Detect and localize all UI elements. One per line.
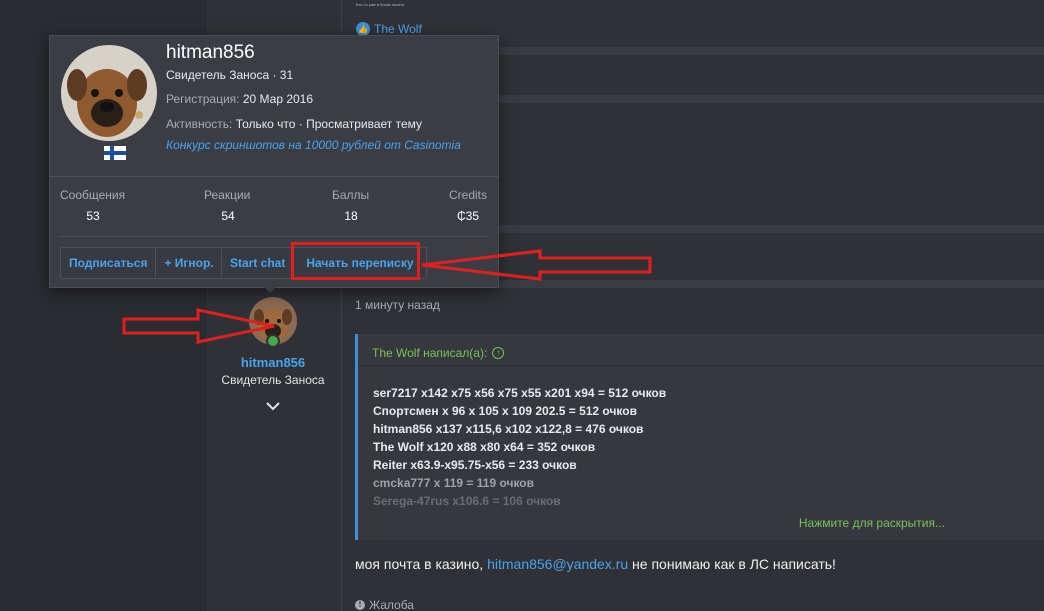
stat-label-credits[interactable]: Credits	[449, 188, 487, 202]
report-label[interactable]: Жалоба	[369, 598, 414, 611]
message-text-after: не понимаю как в ЛС написать!	[628, 556, 836, 572]
stat-value-points[interactable]: 18	[332, 209, 370, 223]
stat-value-reactions[interactable]: 54	[204, 209, 252, 223]
subscribe-button[interactable]: Подписаться	[61, 248, 156, 278]
tooltip-user-title: Свидетель Заноса · 31	[166, 68, 294, 82]
quote-line: Serega-47rus x106.6 = 106 очков	[373, 494, 561, 508]
quote-line: The Wolf x120 x88 x80 x64 = 352 очков	[373, 440, 596, 454]
quote-line: Reiter x63.9-x95.75-x56 = 233 очков	[373, 458, 577, 472]
tooltip-divider	[50, 176, 498, 177]
registration-value: 20 Мар 2016	[242, 92, 314, 106]
quote-author[interactable]: The Wolf написал(а): ↑	[372, 346, 505, 360]
registration-label: Регистрация:	[166, 92, 240, 106]
activity-value: Только что · Просматривает тему	[235, 117, 423, 131]
author-title: Свидетель Заноса	[221, 373, 325, 387]
quote-block: The Wolf написал(а): ↑ ser7217 x142 x75 …	[355, 334, 1044, 540]
stat-label-messages[interactable]: Сообщения	[60, 188, 125, 202]
finland-flag-icon	[104, 146, 126, 160]
stat-label-reactions[interactable]: Реакции	[204, 188, 250, 202]
tooltip-promo-link[interactable]: Конкурс скриншотов на 10000 рублей от Ca…	[166, 138, 461, 152]
quote-content: ser7217 x142 x75 x56 x75 x55 x201 x94 = …	[373, 384, 666, 510]
post-message: моя почта в казино, hitman856@yandex.ru …	[355, 556, 836, 572]
tooltip-avatar[interactable]	[61, 45, 157, 141]
tooltip-pointer	[262, 285, 278, 293]
quote-author-text[interactable]: The Wolf написал(а):	[372, 346, 487, 360]
quote-line: ser7217 x142 x75 x56 x75 x55 x201 x94 = …	[373, 386, 667, 400]
like-icon: 👍	[356, 22, 370, 36]
tooltip-activity: Активность: Только что · Просматривает т…	[166, 117, 422, 131]
quote-line: Спортсмен x 96 x 105 x 109 202.5 = 512 о…	[373, 404, 637, 418]
follow-ignore-group: Подписаться + Игнор.	[60, 247, 223, 279]
tooltip-username[interactable]: hitman856	[166, 42, 255, 64]
quote-divider	[358, 365, 1044, 366]
tooltip-registration: Регистрация: 20 Мар 2016	[166, 92, 313, 106]
annotation-arrow-right	[122, 308, 275, 344]
stat-label-points[interactable]: Баллы	[332, 188, 369, 202]
previous-post-text: Кто-то уже в блоке ничего	[356, 2, 405, 7]
start-chat-button[interactable]: Start chat	[222, 248, 294, 278]
quote-line: cmcka777 x 119 = 119 очков	[373, 476, 535, 490]
message-text-before: моя почта в казино,	[355, 556, 488, 572]
report-link[interactable]: ! Жалоба	[355, 598, 414, 611]
stat-value-messages[interactable]: 53	[60, 209, 126, 223]
email-link[interactable]: hitman856@yandex.ru	[487, 556, 628, 572]
annotation-arrow-left	[421, 249, 652, 281]
highlight-box	[291, 242, 420, 280]
ignore-button[interactable]: + Игнор.	[155, 248, 222, 278]
report-icon: !	[355, 600, 365, 610]
author-name[interactable]: hitman856	[205, 355, 341, 370]
quote-line: hitman856 x137 x115,6 x102 x122,8 = 476 …	[373, 422, 644, 436]
expand-quote-link[interactable]: Нажмите для раскрытия...	[799, 516, 945, 530]
post-time[interactable]: 1 минуту назад	[355, 298, 440, 312]
chevron-down-icon[interactable]	[265, 399, 281, 413]
reaction-user[interactable]: The Wolf	[374, 22, 422, 36]
stat-value-credits[interactable]: ₵35	[442, 209, 494, 223]
arrow-up-circle-icon[interactable]: ↑	[492, 347, 505, 359]
activity-label: Активность:	[166, 117, 233, 131]
reaction-row[interactable]: 👍 The Wolf	[356, 22, 422, 36]
tooltip-divider	[60, 236, 488, 237]
